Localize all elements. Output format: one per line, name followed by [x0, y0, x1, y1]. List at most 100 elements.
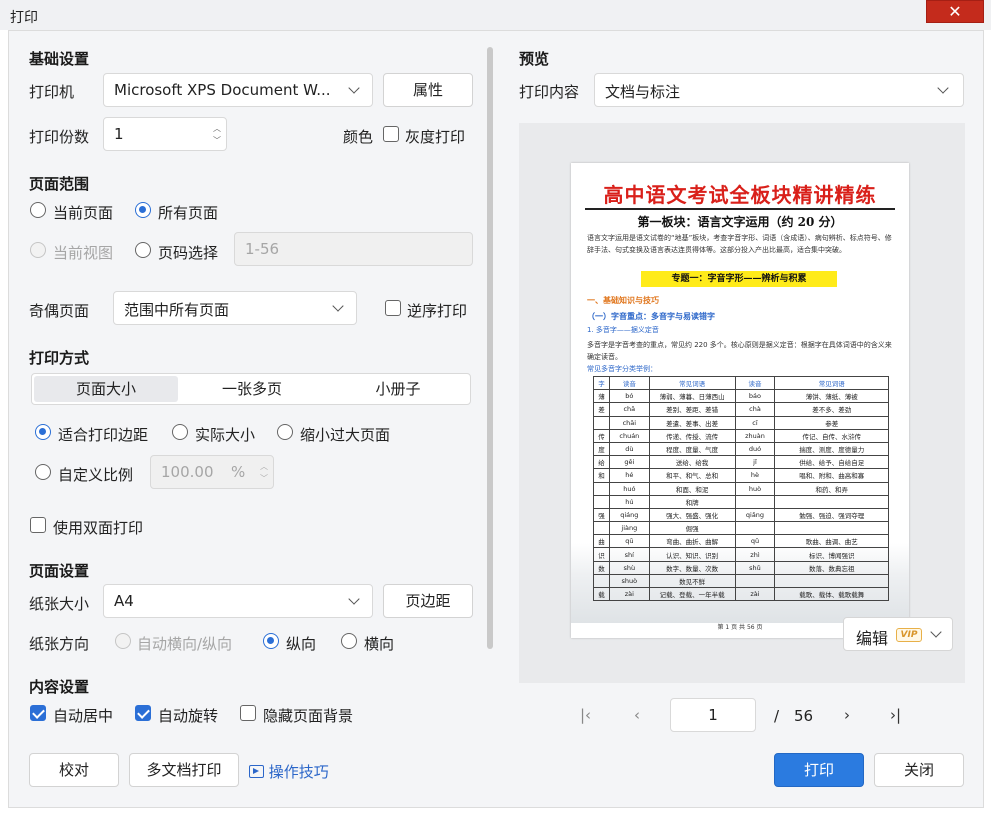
stepper-down-icon[interactable]: ﹀ [212, 136, 222, 145]
fit-margins-label: 适合打印边距 [58, 426, 149, 444]
doc-table-header-row: 字读音 常见词语 读音 常见词语 [593, 375, 889, 391]
custom-scale-radio[interactable] [35, 464, 51, 480]
doc-table-cell: 数见不鲜 [648, 573, 736, 589]
hide-background-label: 隐藏页面背景 [263, 707, 354, 725]
page-select-radio[interactable] [135, 242, 151, 258]
scale-value: 100.00 [161, 463, 214, 481]
doc-table-cell: 强大、强盛、强化 [648, 507, 736, 523]
printer-select[interactable]: Microsoft XPS Document W... [103, 73, 373, 107]
current-view-radio[interactable] [30, 242, 46, 258]
doc-paragraph: 语言文字运用是语文试卷的“地基”板块，考查字音字形、词语（含成语）、病句辨析、标… [587, 234, 892, 254]
current-view-label: 当前视图 [53, 244, 114, 262]
close-button[interactable]: 关闭 [874, 753, 964, 787]
preview-page: 高中语文考试全板块精讲精练 第一板块：语言文字运用（约 20 分） 语言文字运用… [571, 163, 909, 638]
doc-table-row: 差 chā 差别、差距、差错 chà 差不多、差劲 [593, 402, 889, 417]
current-page-radio[interactable] [30, 202, 46, 218]
print-button[interactable]: 打印 [774, 753, 864, 787]
doc-table-cell [734, 494, 776, 509]
tab-page-size[interactable]: 页面大小 [34, 376, 178, 402]
auto-orientation-radio[interactable] [115, 633, 131, 649]
shrink-large-radio[interactable] [277, 424, 293, 440]
previous-page-icon[interactable]: ‹ [634, 706, 640, 724]
doc-outline-2: （一）字音重点：多音字与易读错字 [587, 312, 715, 321]
stepper-up-icon[interactable]: ︿ [259, 462, 269, 471]
print-mode-tabs: 页面大小 一张多页 小册子 [31, 373, 471, 405]
doc-table-cell: 给 [593, 455, 610, 470]
doc-table-caption: 常见多音字分类举例： [587, 365, 657, 373]
stepper-down-icon[interactable]: ﹀ [259, 474, 269, 483]
doc-outline-3: 1. 多音字——据义定音 [587, 326, 659, 334]
current-page-value: 1 [708, 706, 718, 724]
properties-button[interactable]: 属性 [383, 73, 473, 107]
page-setup-title: 页面设置 [29, 562, 90, 580]
auto-rotate-checkbox[interactable] [135, 705, 151, 721]
print-dialog: 基础设置 打印机 Microsoft XPS Document W... 属性 … [8, 30, 984, 808]
page-range-input[interactable]: 1-56 [234, 232, 473, 266]
portrait-label: 纵向 [286, 635, 317, 653]
tab-booklet[interactable]: 小册子 [326, 376, 470, 402]
doc-table-cell: shuò [608, 573, 650, 589]
copies-label: 打印份数 [29, 128, 90, 146]
hide-background-checkbox[interactable] [240, 705, 256, 721]
doc-table-cell: 传 [593, 428, 610, 443]
doc-table-cell [593, 415, 610, 430]
tips-link[interactable]: 操作技巧 [249, 761, 329, 782]
doc-table-cell [734, 521, 776, 536]
printer-label: 打印机 [29, 83, 75, 101]
reverse-checkbox[interactable] [385, 300, 401, 316]
actual-size-radio[interactable] [172, 424, 188, 440]
doc-table-cell: chā [608, 402, 650, 417]
chevron-down-icon [930, 626, 942, 638]
all-pages-radio[interactable] [135, 202, 151, 218]
doc-table-cell [774, 494, 889, 509]
doc-table-cell: 常见词语 [774, 375, 889, 391]
close-window-button[interactable]: ✕ [926, 0, 984, 23]
doc-table-cell: 薄弱、薄暮、日薄西山 [648, 389, 736, 404]
proofread-button[interactable]: 校对 [29, 753, 119, 787]
next-page-icon[interactable]: › [844, 706, 850, 724]
paper-size-select[interactable]: A4 [103, 584, 373, 618]
margins-button[interactable]: 页边距 [383, 584, 473, 618]
doc-table-cell [593, 481, 610, 496]
doc-divider [585, 208, 895, 210]
settings-scrollbar[interactable] [487, 47, 493, 649]
shrink-large-label: 缩小过大页面 [300, 426, 391, 444]
doc-table-cell: 传递、传授、流传 [648, 428, 736, 443]
doc-table-cell: cī [734, 415, 776, 430]
doc-table-row: hú 和牌 [593, 494, 889, 509]
tab-multi-page[interactable]: 一张多页 [180, 376, 324, 402]
scale-input[interactable]: 100.00 % ︿ ﹀ [150, 455, 274, 489]
doc-table-cell: báo [734, 389, 776, 404]
odd-even-select[interactable]: 范围中所有页面 [113, 291, 357, 325]
doc-table: 字读音 常见词语 读音 常见词语薄 bó 薄弱、薄暮、日薄西山 báo 薄饼、薄纸、薄被差 ch… [593, 375, 889, 602]
actual-size-label: 实际大小 [195, 426, 256, 444]
doc-table-row: 曲 qū 弯曲、曲折、曲解 qǔ 歌曲、曲调、曲艺 [593, 534, 889, 549]
edit-button[interactable]: 编辑 VIP [843, 617, 953, 651]
portrait-radio[interactable] [263, 633, 279, 649]
fit-margins-radio[interactable] [35, 424, 51, 440]
doc-table-cell: 和平、和气、总和 [648, 468, 736, 483]
paper-size-value: A4 [114, 592, 134, 610]
stepper-up-icon[interactable]: ︿ [212, 124, 222, 133]
total-pages: 56 [794, 707, 814, 725]
auto-center-checkbox[interactable] [30, 705, 46, 721]
copies-stepper[interactable]: 1 ︿ ﹀ [103, 117, 227, 151]
auto-center-label: 自动居中 [53, 707, 114, 725]
printer-value: Microsoft XPS Document W... [114, 81, 331, 99]
doc-table-cell: 差不多、差劲 [774, 402, 889, 417]
doc-table-cell: 和面、和泥 [648, 481, 736, 496]
first-page-icon[interactable]: |‹ [580, 706, 591, 724]
print-content-select[interactable]: 文档与标注 [594, 73, 964, 107]
last-page-icon[interactable]: ›| [890, 706, 901, 724]
doc-paragraph-2: 多音字是字音考查的重点，常见约 220 多个。核心原则是据义定音：根据字在具体词… [587, 341, 892, 361]
grayscale-checkbox[interactable] [383, 126, 399, 142]
doc-table-cell: gěi [608, 455, 650, 470]
doc-table-row: 载 zài 记载、登载、一年半载 zài 载歌、载体、载歌载舞 [593, 586, 889, 602]
page-number-input[interactable]: 1 [670, 698, 756, 732]
duplex-checkbox[interactable] [30, 517, 46, 533]
multi-document-print-button[interactable]: 多文档打印 [129, 753, 239, 787]
doc-table-cell: qǔ [734, 534, 776, 549]
doc-table-cell: zài [734, 586, 776, 602]
print-content-label: 打印内容 [519, 83, 580, 101]
landscape-radio[interactable] [341, 633, 357, 649]
